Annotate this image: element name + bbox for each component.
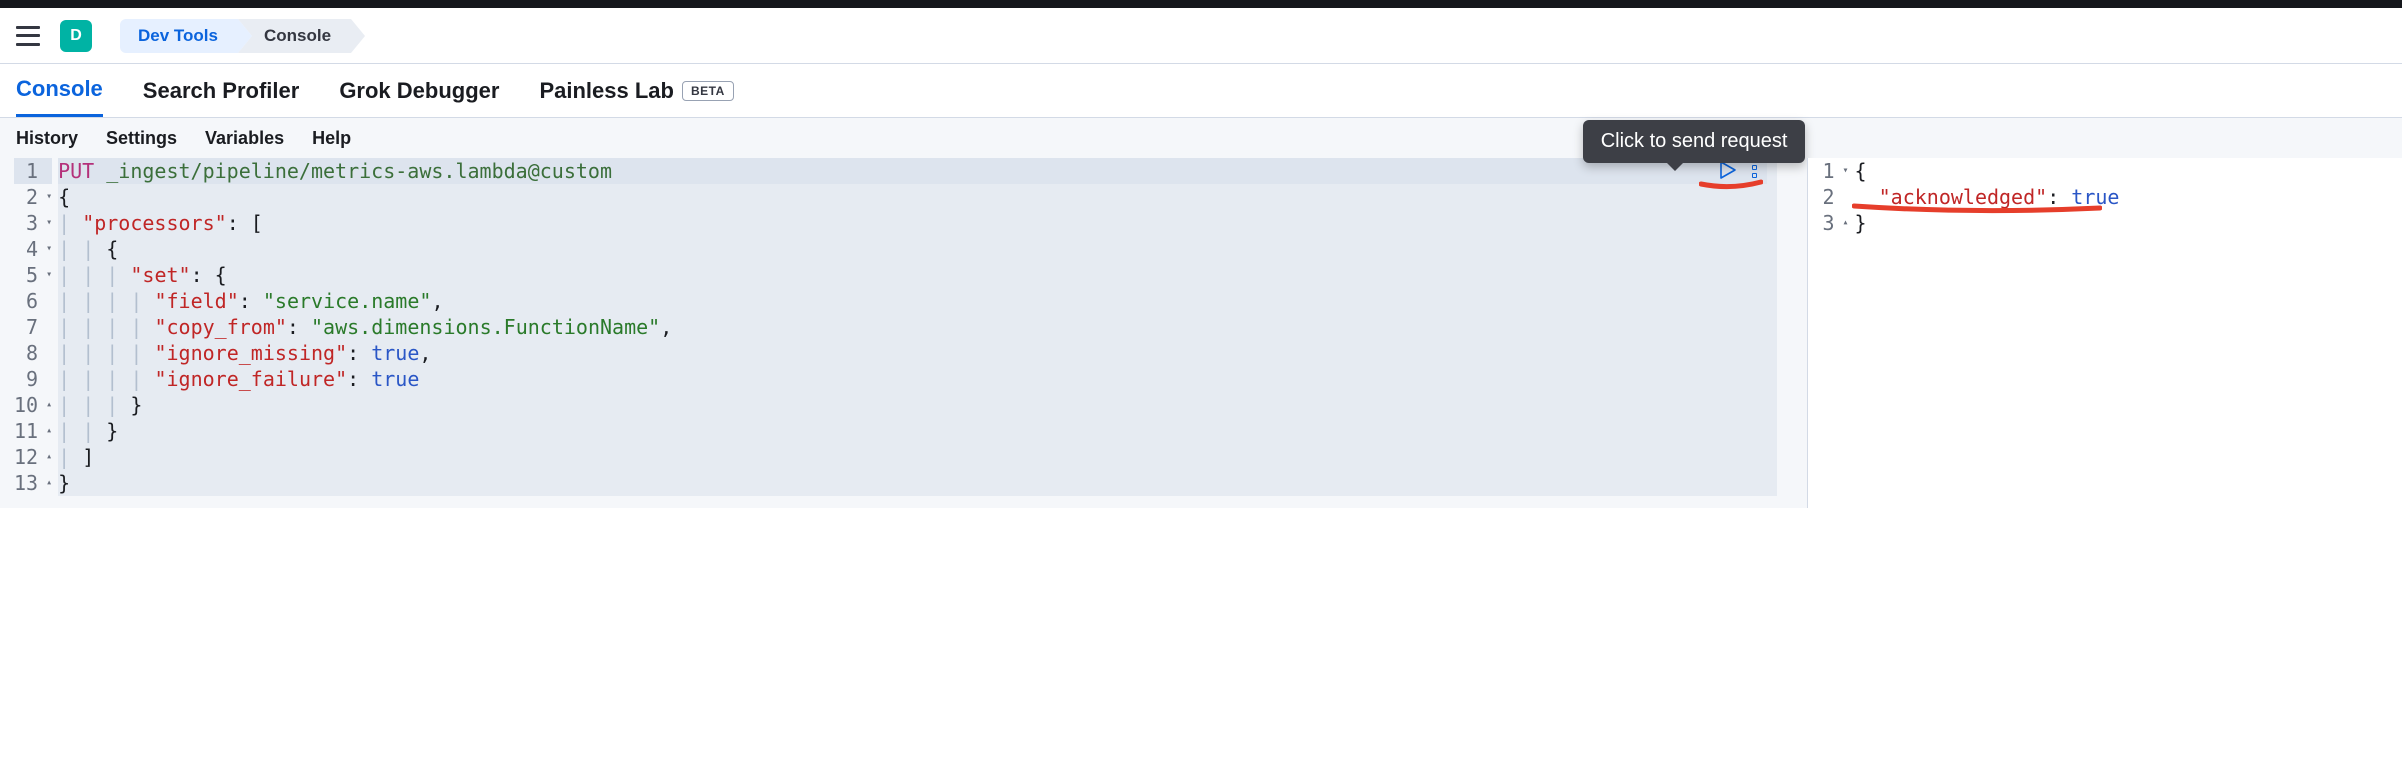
breadcrumb-console[interactable]: Console bbox=[238, 19, 351, 53]
response-editor: 1▾2 3▴ { "acknowledged": true} bbox=[1808, 158, 2402, 236]
subnav-help[interactable]: Help bbox=[312, 128, 351, 149]
breadcrumb: Dev Tools Console bbox=[120, 19, 351, 53]
tool-tabs: Console Search Profiler Grok Debugger Pa… bbox=[0, 64, 2402, 118]
send-request-tooltip: Click to send request bbox=[1583, 120, 1806, 163]
request-gutter: 1 2▾3▾4▾5▾6 7 8 9 10▴11▴12▴13▴ bbox=[0, 158, 58, 496]
request-pane: 1 2▾3▾4▾5▾6 7 8 9 10▴11▴12▴13▴ PUT _inge… bbox=[0, 158, 1777, 508]
subnav-variables[interactable]: Variables bbox=[205, 128, 284, 149]
console-subnav: History Settings Variables Help bbox=[0, 118, 2402, 158]
menu-icon[interactable] bbox=[16, 26, 40, 46]
tab-painless-lab[interactable]: Painless Lab BETA bbox=[539, 64, 733, 117]
response-code: { "acknowledged": true} bbox=[1855, 158, 2402, 236]
response-pane: 1▾2 3▴ { "acknowledged": true} bbox=[1807, 158, 2402, 508]
tab-grok-debugger[interactable]: Grok Debugger bbox=[339, 64, 499, 117]
request-options-icon[interactable] bbox=[1752, 163, 1757, 178]
response-gutter: 1▾2 3▴ bbox=[1808, 158, 1854, 236]
request-code[interactable]: PUT _ingest/pipeline/metrics-aws.lambda@… bbox=[58, 158, 1777, 496]
beta-badge: BETA bbox=[682, 81, 734, 101]
breadcrumb-devtools[interactable]: Dev Tools bbox=[120, 19, 238, 53]
tab-painless-lab-label: Painless Lab bbox=[539, 78, 674, 104]
console-workspace: 1 2▾3▾4▾5▾6 7 8 9 10▴11▴12▴13▴ PUT _inge… bbox=[0, 158, 2402, 508]
space-avatar[interactable]: D bbox=[60, 20, 92, 52]
subnav-history[interactable]: History bbox=[16, 128, 78, 149]
tab-console[interactable]: Console bbox=[16, 64, 103, 117]
request-editor[interactable]: 1 2▾3▾4▾5▾6 7 8 9 10▴11▴12▴13▴ PUT _inge… bbox=[0, 158, 1777, 496]
request-actions: Click to send request bbox=[1718, 160, 1757, 180]
play-icon[interactable] bbox=[1718, 160, 1738, 180]
app-header: D Dev Tools Console bbox=[0, 8, 2402, 64]
subnav-settings[interactable]: Settings bbox=[106, 128, 177, 149]
window-chrome-strip bbox=[0, 0, 2402, 8]
tab-search-profiler[interactable]: Search Profiler bbox=[143, 64, 300, 117]
